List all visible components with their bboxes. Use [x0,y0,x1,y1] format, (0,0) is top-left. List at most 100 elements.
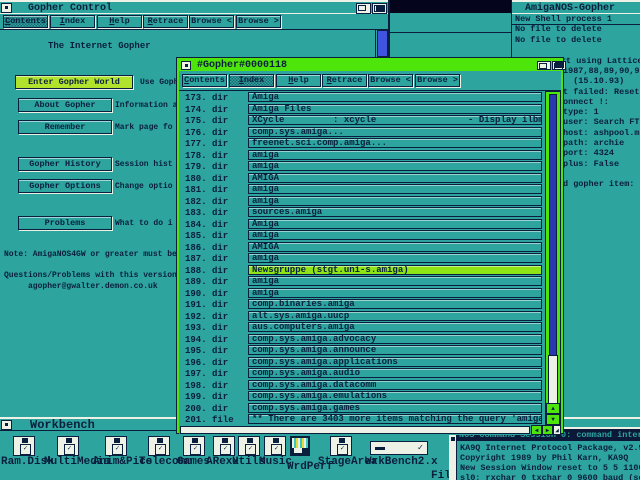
item-number: 176. dir [185,128,228,138]
item-number: 191. dir [185,300,228,310]
item-title[interactable]: comp.sys.amiga.games [248,403,542,413]
item-title[interactable]: amiga [248,253,542,263]
menu-button-retrace[interactable]: Retrace [322,74,367,87]
workbench-close-icon[interactable] [1,420,12,430]
list-zoom-gadget-icon[interactable] [537,61,551,70]
stagearea-disk-icon[interactable] [330,436,352,456]
item-title[interactable]: AMIGA [248,242,542,252]
telecomm-disk-icon[interactable] [148,436,170,456]
list-close-icon[interactable] [181,61,191,70]
wrkbench2-x-disk-icon[interactable] [370,441,428,455]
item-number: 195. dir [185,346,228,356]
list-hscrollbar[interactable]: ◀ ▶ ◢ [179,425,561,435]
scroll-left-arrow-icon[interactable]: ◀ [531,425,542,435]
menu-button-browse->[interactable]: Browse > [415,74,460,87]
amiganos-titlebar[interactable]: AmigaNOS-Gopher [512,0,640,14]
console-output: KA9Q Internet Protocol Package, v2.9K ( … [460,443,640,480]
item-title[interactable]: freenet.sci.comp.amiga... [248,138,542,148]
gopher-options-button[interactable]: Gopher Options [18,179,112,193]
list-vscroll-thumb[interactable] [548,355,558,404]
item-number: 187. dir [185,254,228,264]
backdrop-window-border-line [388,32,512,33]
utils-disk-icon[interactable] [238,436,260,456]
item-title[interactable]: comp.sys.amiga.datacomm [248,380,542,390]
menu-button-index[interactable]: Index [229,74,274,87]
gopher-history-button[interactable]: Gopher History [18,157,112,171]
music-disk-icon[interactable] [264,436,286,456]
item-number: 182. dir [185,197,228,207]
list-depth-gadget-icon[interactable] [552,61,566,70]
ram-disk-disk-icon[interactable] [13,436,35,456]
anim-pics-disk-icon[interactable] [105,436,127,456]
item-title[interactable]: ** There are 3403 more items matching th… [248,414,542,424]
wrdperf-disk-icon[interactable] [290,436,310,456]
control-contact-line2: agopher@gwalter.demon.co.uk [28,282,158,291]
item-title[interactable]: comp.sys.amiga.emulations [248,391,542,401]
about-gopher-button[interactable]: About Gopher [18,98,112,112]
item-number: 181. dir [185,185,228,195]
item-title[interactable]: aus.computers.amiga [248,322,542,332]
item-title[interactable]: amiga [248,196,542,206]
item-title[interactable]: amiga [248,150,542,160]
icon-label: WrkBench2.x [365,457,438,468]
list-vscrollbar[interactable]: ▲ ▼ [545,91,561,425]
item-title[interactable]: sources.amiga [248,207,542,217]
item-title[interactable]: Amiga [248,219,542,229]
item-title[interactable]: amiga [248,184,542,194]
amiganos-title: AmigaNOS-Gopher [525,3,615,14]
enter-gopher-world-button[interactable]: Enter Gopher World [15,75,133,89]
item-title[interactable]: amiga [248,230,542,240]
list-hscroll-thumb[interactable] [180,426,530,434]
item-number: 197. dir [185,369,228,379]
item-title[interactable]: comp.sys.amiga.announce [248,345,542,355]
scroll-up-arrow-icon[interactable]: ▲ [546,403,560,414]
item-title[interactable]: AMIGA [248,173,542,183]
item-title[interactable]: comp.sys.amiga.audio [248,368,542,378]
list-rows: 173. dirAmiga174. dirAmiga Files175. dir… [179,91,545,425]
item-number: 198. dir [185,381,228,391]
item-title[interactable]: Newsgruppe (stgt.uni-s.amiga) [248,265,542,275]
item-number: 189. dir [185,277,228,287]
console-drag-gadget2-icon[interactable] [451,437,455,441]
multimedia-disk-icon[interactable] [57,436,79,456]
action-description: Session hist [115,160,173,169]
control-note: Note: AmigaNOS4GW or greater must be [4,250,177,259]
remember-button[interactable]: Remember [18,120,112,134]
item-title[interactable]: amiga [248,161,542,171]
partial-icon-label: Fil [431,471,451,480]
item-number: 192. dir [185,312,228,322]
item-number: 193. dir [185,323,228,333]
scroll-down-arrow-icon[interactable]: ▼ [546,414,560,425]
item-number: 186. dir [185,243,228,253]
item-title[interactable]: amiga [248,288,542,298]
item-number: 183. dir [185,208,228,218]
item-title[interactable]: Amiga [248,92,542,102]
item-title[interactable]: amiga [248,276,542,286]
control-vscroll-thumb[interactable] [377,30,388,57]
item-number: 178. dir [185,151,228,161]
item-title[interactable]: alt.sys.amiga.uucp [248,311,542,321]
list-titlebar[interactable]: #Gopher#0000118 [179,60,561,71]
item-number: 201. file [185,415,234,425]
gopher-list-window: #Gopher#0000118 ContentsIndexHelpRetrace… [177,58,563,433]
resize-gadget-icon[interactable]: ◢ [553,425,561,435]
menu-button-help[interactable]: Help [276,74,321,87]
item-title[interactable]: comp.sys.amiga.applications [248,357,542,367]
action-description: What to do i [115,219,173,228]
scroll-right-arrow-icon[interactable]: ▶ [542,425,553,435]
menu-button-contents[interactable]: Contents [182,74,227,87]
item-title[interactable]: comp.sys.amiga.advocacy [248,334,542,344]
action-description: Mark page fo [115,123,173,132]
menu-button-browse-<[interactable]: Browse < [368,74,413,87]
item-number: 199. dir [185,392,228,402]
item-number: 180. dir [185,174,228,184]
problems-button[interactable]: Problems [18,216,112,230]
item-number: 190. dir [185,289,228,299]
item-title[interactable]: comp.binaries.amiga [248,299,542,309]
action-description: Change optio [115,182,173,191]
item-title[interactable]: XCycle : xcycle - Display ilbm pi [248,115,542,125]
item-title[interactable]: Amiga Files [248,104,542,114]
item-number: 188. dir [185,266,228,276]
item-number: 194. dir [185,335,228,345]
item-title[interactable]: comp.sys.amiga... [248,127,542,137]
